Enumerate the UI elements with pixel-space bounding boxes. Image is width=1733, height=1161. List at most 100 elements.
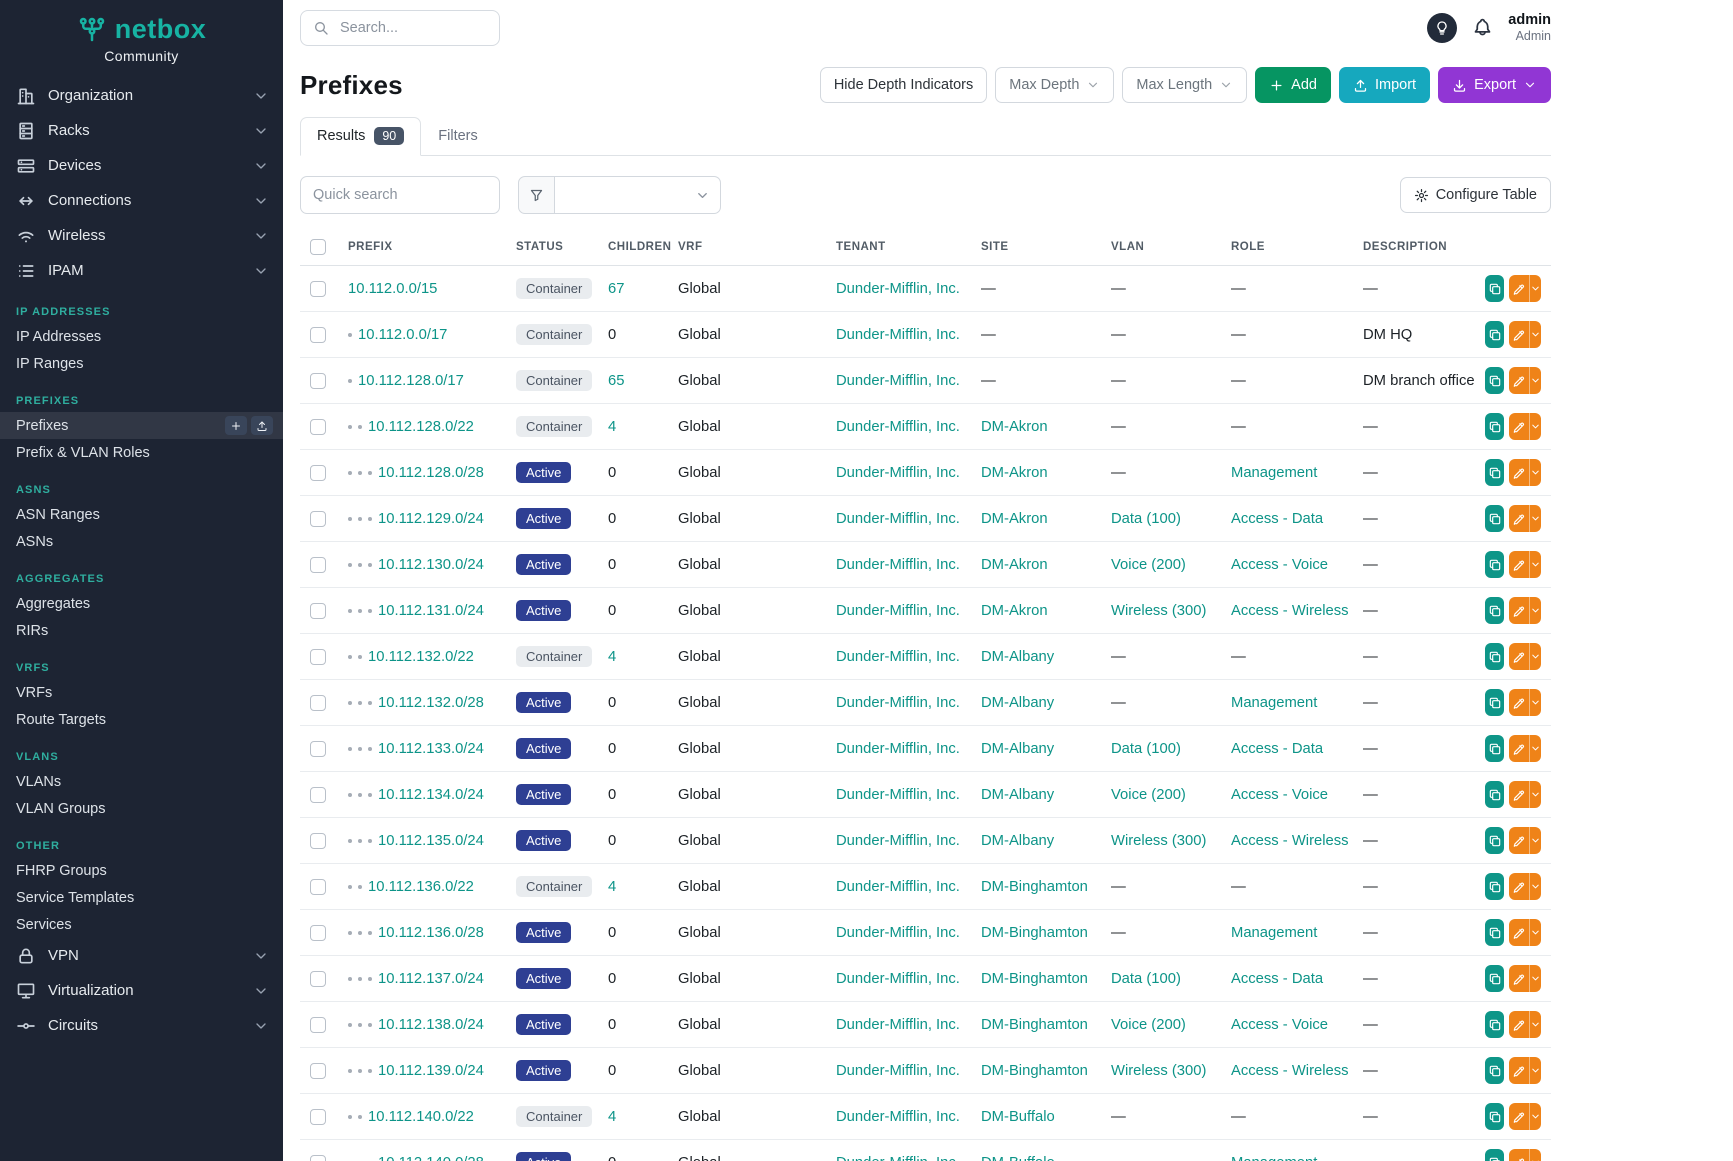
role-link[interactable]: Management <box>1231 465 1317 481</box>
row-checkbox[interactable] <box>310 695 326 711</box>
tenant-link[interactable]: Dunder-Mifflin, Inc. <box>836 511 960 527</box>
col-header-vrf[interactable]: VRF <box>668 230 826 266</box>
sidebar-item-fhrp-groups[interactable]: FHRP Groups <box>0 857 283 884</box>
import-button[interactable]: Import <box>1339 67 1430 103</box>
role-link[interactable]: Access - Wireless <box>1231 603 1349 619</box>
edit-prefix-button[interactable] <box>1509 459 1528 486</box>
site-link[interactable]: DM-Akron <box>981 419 1048 435</box>
col-header-description[interactable]: DESCRIPTION <box>1353 230 1475 266</box>
sidebar-item-vlan-groups[interactable]: VLAN Groups <box>0 795 283 822</box>
row-checkbox[interactable] <box>310 327 326 343</box>
col-header-status[interactable]: STATUS <box>506 230 598 266</box>
tenant-link[interactable]: Dunder-Mifflin, Inc. <box>836 603 960 619</box>
prefix-link[interactable]: 10.112.134.0/24 <box>378 787 484 803</box>
clone-prefix-button[interactable] <box>1485 1057 1504 1084</box>
role-link[interactable]: Access - Wireless <box>1231 833 1349 849</box>
row-checkbox[interactable] <box>310 925 326 941</box>
edit-dropdown-caret[interactable] <box>1529 551 1541 578</box>
sidebar-group-virtualization[interactable]: Virtualization <box>0 973 283 1008</box>
site-link[interactable]: DM-Akron <box>981 603 1048 619</box>
prefix-link[interactable]: 10.112.136.0/22 <box>368 879 474 895</box>
edit-prefix-button[interactable] <box>1509 643 1528 670</box>
edit-dropdown-caret[interactable] <box>1529 781 1541 808</box>
site-link[interactable]: DM-Albany <box>981 833 1054 849</box>
export-dropdown-button[interactable]: Export <box>1438 67 1551 103</box>
prefix-link[interactable]: 10.112.140.0/28 <box>378 1155 484 1161</box>
vlan-link[interactable]: Voice (200) <box>1111 787 1186 803</box>
edit-prefix-button[interactable] <box>1509 873 1528 900</box>
vlan-link[interactable]: Data (100) <box>1111 971 1181 987</box>
clone-prefix-button[interactable] <box>1485 459 1504 486</box>
prefix-link[interactable]: 10.112.132.0/28 <box>378 695 484 711</box>
sidebar-group-vpn[interactable]: VPN <box>0 938 283 973</box>
site-link[interactable]: DM-Buffalo <box>981 1109 1055 1125</box>
edit-prefix-button[interactable] <box>1509 735 1528 762</box>
tenant-link[interactable]: Dunder-Mifflin, Inc. <box>836 1155 960 1161</box>
prefix-link[interactable]: 10.112.135.0/24 <box>378 833 484 849</box>
sidebar-group-organization[interactable]: Organization <box>0 78 283 113</box>
prefix-link[interactable]: 10.112.128.0/22 <box>368 419 474 435</box>
clone-prefix-button[interactable] <box>1485 367 1504 394</box>
col-header-site[interactable]: SITE <box>971 230 1101 266</box>
edit-prefix-button[interactable] <box>1509 689 1528 716</box>
clone-prefix-button[interactable] <box>1485 827 1504 854</box>
role-link[interactable]: Management <box>1231 695 1317 711</box>
edit-prefix-button[interactable] <box>1509 505 1528 532</box>
tenant-link[interactable]: Dunder-Mifflin, Inc. <box>836 557 960 573</box>
vlan-link[interactable]: Wireless (300) <box>1111 833 1206 849</box>
role-link[interactable]: Access - Voice <box>1231 787 1328 803</box>
edit-dropdown-caret[interactable] <box>1529 827 1541 854</box>
sidebar-add-prefix-button[interactable] <box>225 416 247 435</box>
edit-dropdown-caret[interactable] <box>1529 459 1541 486</box>
tenant-link[interactable]: Dunder-Mifflin, Inc. <box>836 327 960 343</box>
row-checkbox[interactable] <box>310 373 326 389</box>
edit-prefix-button[interactable] <box>1509 919 1528 946</box>
prefix-link[interactable]: 10.112.137.0/24 <box>378 971 484 987</box>
site-link[interactable]: DM-Akron <box>981 465 1048 481</box>
tenant-link[interactable]: Dunder-Mifflin, Inc. <box>836 833 960 849</box>
tenant-link[interactable]: Dunder-Mifflin, Inc. <box>836 787 960 803</box>
edit-dropdown-caret[interactable] <box>1529 505 1541 532</box>
tenant-link[interactable]: Dunder-Mifflin, Inc. <box>836 1017 960 1033</box>
sidebar-item-route-targets[interactable]: Route Targets <box>0 706 283 733</box>
edit-prefix-button[interactable] <box>1509 1011 1528 1038</box>
role-link[interactable]: Access - Voice <box>1231 1017 1328 1033</box>
vlan-link[interactable]: Wireless (300) <box>1111 603 1206 619</box>
edit-prefix-button[interactable] <box>1509 965 1528 992</box>
role-link[interactable]: Access - Data <box>1231 511 1323 527</box>
clone-prefix-button[interactable] <box>1485 873 1504 900</box>
prefix-link[interactable]: 10.112.128.0/17 <box>358 373 464 389</box>
edit-prefix-button[interactable] <box>1509 1103 1528 1130</box>
tenant-link[interactable]: Dunder-Mifflin, Inc. <box>836 971 960 987</box>
sidebar-group-devices[interactable]: Devices <box>0 148 283 183</box>
prefix-link[interactable]: 10.112.0.0/17 <box>358 327 447 343</box>
site-link[interactable]: DM-Albany <box>981 649 1054 665</box>
clone-prefix-button[interactable] <box>1485 275 1504 302</box>
sidebar-item-rirs[interactable]: RIRs <box>0 617 283 644</box>
prefix-link[interactable]: 10.112.139.0/24 <box>378 1063 484 1079</box>
prefix-link[interactable]: 10.112.138.0/24 <box>378 1017 484 1033</box>
sidebar-group-wireless[interactable]: Wireless <box>0 218 283 253</box>
role-link[interactable]: Access - Data <box>1231 741 1323 757</box>
edit-dropdown-caret[interactable] <box>1529 1149 1541 1161</box>
hide-depth-indicators-button[interactable]: Hide Depth Indicators <box>820 67 987 103</box>
tenant-link[interactable]: Dunder-Mifflin, Inc. <box>836 465 960 481</box>
prefix-link[interactable]: 10.112.140.0/22 <box>368 1109 474 1125</box>
sidebar-item-vrfs[interactable]: VRFs <box>0 679 283 706</box>
col-header-tenant[interactable]: TENANT <box>826 230 971 266</box>
tab-filters[interactable]: Filters <box>421 117 494 156</box>
tenant-link[interactable]: Dunder-Mifflin, Inc. <box>836 1109 960 1125</box>
edit-prefix-button[interactable] <box>1509 367 1528 394</box>
edit-prefix-button[interactable] <box>1509 1149 1528 1161</box>
col-header-vlan[interactable]: VLAN <box>1101 230 1221 266</box>
vlan-link[interactable]: Voice (200) <box>1111 1017 1186 1033</box>
row-checkbox[interactable] <box>310 603 326 619</box>
edit-prefix-button[interactable] <box>1509 827 1528 854</box>
site-link[interactable]: DM-Buffalo <box>981 1155 1055 1161</box>
children-count-link[interactable]: 67 <box>608 281 624 297</box>
site-link[interactable]: DM-Albany <box>981 695 1054 711</box>
site-link[interactable]: DM-Binghamton <box>981 1017 1088 1033</box>
clone-prefix-button[interactable] <box>1485 321 1504 348</box>
clone-prefix-button[interactable] <box>1485 1011 1504 1038</box>
edit-prefix-button[interactable] <box>1509 551 1528 578</box>
